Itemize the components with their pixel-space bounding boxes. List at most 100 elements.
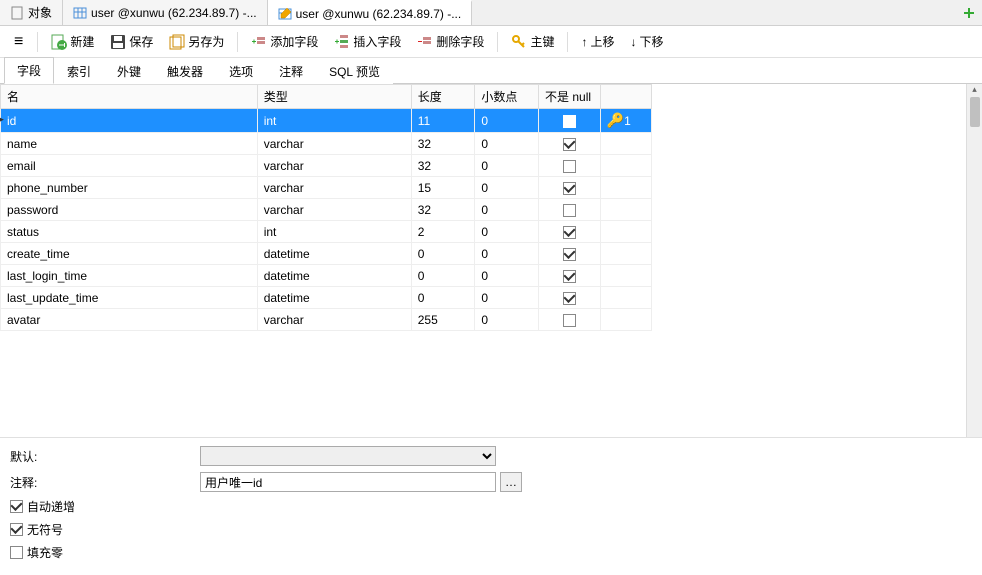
field-row[interactable]: ▶idint110🔑1: [1, 109, 652, 133]
add-field-button[interactable]: 添加字段: [244, 30, 325, 53]
cell-notnull[interactable]: [539, 287, 601, 309]
unsigned-row[interactable]: 无符号: [10, 521, 972, 538]
cell-name[interactable]: ▶id: [1, 109, 258, 133]
cell-name[interactable]: last_update_time: [1, 287, 258, 309]
move-up-button[interactable]: ↑ 上移: [574, 30, 621, 53]
cell-decimals[interactable]: 0: [475, 221, 539, 243]
cell-key[interactable]: [600, 199, 651, 221]
cell-decimals[interactable]: 0: [475, 287, 539, 309]
comment-ellipsis-button[interactable]: …: [500, 472, 522, 492]
cell-key[interactable]: [600, 265, 651, 287]
header-name[interactable]: 名: [1, 85, 258, 109]
field-row[interactable]: last_update_timedatetime00: [1, 287, 652, 309]
scroll-up-icon[interactable]: ▴: [967, 84, 982, 95]
field-row[interactable]: passwordvarchar320: [1, 199, 652, 221]
cell-key[interactable]: [600, 309, 651, 331]
cell-type[interactable]: int: [257, 221, 411, 243]
cell-length[interactable]: 0: [411, 265, 475, 287]
cell-notnull[interactable]: [539, 243, 601, 265]
notnull-checkbox[interactable]: [563, 314, 576, 327]
notnull-checkbox[interactable]: [563, 270, 576, 283]
notnull-checkbox[interactable]: [563, 115, 576, 128]
cell-decimals[interactable]: 0: [475, 177, 539, 199]
cell-decimals[interactable]: 0: [475, 309, 539, 331]
subtab-5[interactable]: 注释: [266, 58, 316, 84]
cell-decimals[interactable]: 0: [475, 109, 539, 133]
cell-length[interactable]: 32: [411, 133, 475, 155]
subtab-4[interactable]: 选项: [216, 58, 266, 84]
cell-type[interactable]: datetime: [257, 243, 411, 265]
menu-button[interactable]: ≡: [6, 33, 31, 51]
cell-type[interactable]: varchar: [257, 155, 411, 177]
header-decimals[interactable]: 小数点: [475, 85, 539, 109]
new-button[interactable]: 新建: [44, 30, 101, 53]
cell-name[interactable]: phone_number: [1, 177, 258, 199]
cell-type[interactable]: datetime: [257, 265, 411, 287]
cell-key[interactable]: 🔑1: [600, 109, 651, 133]
cell-key[interactable]: [600, 243, 651, 265]
cell-notnull[interactable]: [539, 221, 601, 243]
notnull-checkbox[interactable]: [563, 204, 576, 217]
cell-decimals[interactable]: 0: [475, 155, 539, 177]
cell-length[interactable]: 32: [411, 155, 475, 177]
subtab-0[interactable]: 字段: [4, 57, 54, 84]
cell-length[interactable]: 32: [411, 199, 475, 221]
cell-length[interactable]: 11: [411, 109, 475, 133]
field-grid[interactable]: 名 类型 长度 小数点 不是 null ▶idint110🔑1namevarch…: [0, 84, 652, 331]
insert-field-button[interactable]: 插入字段: [327, 30, 408, 53]
subtab-1[interactable]: 索引: [54, 58, 104, 84]
zerofill-row[interactable]: 填充零: [10, 544, 972, 561]
cell-key[interactable]: [600, 133, 651, 155]
window-tab-1[interactable]: user @xunwu (62.234.89.7) -...: [63, 0, 268, 25]
field-row[interactable]: create_timedatetime00: [1, 243, 652, 265]
cell-name[interactable]: avatar: [1, 309, 258, 331]
cell-key[interactable]: [600, 155, 651, 177]
cell-decimals[interactable]: 0: [475, 199, 539, 221]
cell-type[interactable]: varchar: [257, 199, 411, 221]
cell-key[interactable]: [600, 177, 651, 199]
cell-name[interactable]: name: [1, 133, 258, 155]
comment-input[interactable]: [200, 472, 496, 492]
header-notnull[interactable]: 不是 null: [539, 85, 601, 109]
cell-name[interactable]: email: [1, 155, 258, 177]
cell-notnull[interactable]: [539, 309, 601, 331]
cell-key[interactable]: [600, 221, 651, 243]
subtab-2[interactable]: 外键: [104, 58, 154, 84]
cell-decimals[interactable]: 0: [475, 133, 539, 155]
field-row[interactable]: avatarvarchar2550: [1, 309, 652, 331]
cell-name[interactable]: create_time: [1, 243, 258, 265]
save-button[interactable]: 保存: [103, 30, 160, 53]
move-down-button[interactable]: ↓ 下移: [623, 30, 670, 53]
field-row[interactable]: emailvarchar320: [1, 155, 652, 177]
zerofill-checkbox[interactable]: [10, 546, 23, 559]
notnull-checkbox[interactable]: [563, 160, 576, 173]
notnull-checkbox[interactable]: [563, 292, 576, 305]
cell-key[interactable]: [600, 287, 651, 309]
cell-decimals[interactable]: 0: [475, 243, 539, 265]
cell-length[interactable]: 0: [411, 287, 475, 309]
cell-type[interactable]: varchar: [257, 309, 411, 331]
cell-name[interactable]: status: [1, 221, 258, 243]
notnull-checkbox[interactable]: [563, 138, 576, 151]
header-key[interactable]: [600, 85, 651, 109]
primary-key-button[interactable]: 主键: [504, 30, 561, 53]
notnull-checkbox[interactable]: [563, 248, 576, 261]
cell-type[interactable]: varchar: [257, 177, 411, 199]
unsigned-checkbox[interactable]: [10, 523, 23, 536]
cell-type[interactable]: varchar: [257, 133, 411, 155]
cell-notnull[interactable]: [539, 133, 601, 155]
notnull-checkbox[interactable]: [563, 182, 576, 195]
cell-type[interactable]: datetime: [257, 287, 411, 309]
cell-length[interactable]: 15: [411, 177, 475, 199]
auto-increment-checkbox[interactable]: [10, 500, 23, 513]
field-row[interactable]: namevarchar320: [1, 133, 652, 155]
subtab-6[interactable]: SQL 预览: [316, 58, 393, 84]
scrollbar-thumb[interactable]: [970, 97, 980, 127]
cell-notnull[interactable]: [539, 109, 601, 133]
cell-notnull[interactable]: [539, 199, 601, 221]
field-row[interactable]: last_login_timedatetime00: [1, 265, 652, 287]
header-type[interactable]: 类型: [257, 85, 411, 109]
cell-decimals[interactable]: 0: [475, 265, 539, 287]
notnull-checkbox[interactable]: [563, 226, 576, 239]
cell-notnull[interactable]: [539, 155, 601, 177]
